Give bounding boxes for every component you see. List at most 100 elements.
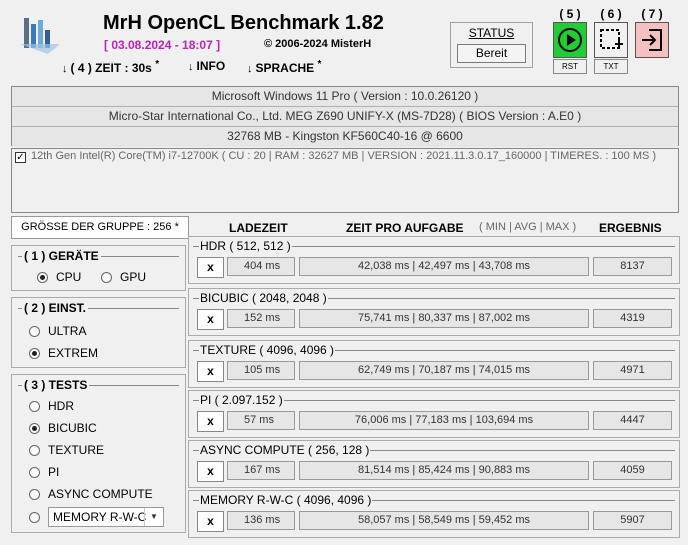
menu-info[interactable]: ↓ INFO xyxy=(188,59,225,73)
group-size-button[interactable]: GRÖSSE DER GRUPPE : 256 * xyxy=(11,216,189,239)
radio-button xyxy=(29,511,40,523)
test-name: ASYNC COMPUTE ( 256, 128 ) xyxy=(199,443,371,457)
clear-test-button[interactable]: x xyxy=(197,309,224,330)
load-time-value: 404 ms xyxy=(227,257,295,276)
button-6-number: ( 6 ) xyxy=(600,7,622,21)
radio-test-pi[interactable]: PI xyxy=(29,465,59,479)
load-time-value: 167 ms xyxy=(227,461,295,480)
devices-title: ( 1 ) GERÄTE xyxy=(22,249,101,263)
os-info: Microsoft Windows 11 Pro ( Version : 10.… xyxy=(12,87,678,107)
radio-test-memory[interactable]: MEMORY R-W-C ▼ xyxy=(29,507,164,527)
app-logo xyxy=(18,14,62,56)
ram-info: 32768 MB - Kingston KF560C40-16 @ 6600 xyxy=(12,127,678,147)
test-name: TEXTURE ( 4096, 4096 ) xyxy=(199,343,336,357)
selection-icon xyxy=(600,29,623,49)
test-row: BICUBIC ( 2048, 2048 ) x 152 ms 75,741 ms |… xyxy=(188,288,680,336)
test-name: BICUBIC ( 2048, 2048 ) xyxy=(199,291,328,305)
load-time-value: 57 ms xyxy=(227,411,295,430)
radio-button xyxy=(101,271,112,283)
radio-test-hdr[interactable]: HDR xyxy=(29,399,74,413)
radio-button xyxy=(29,422,40,434)
radio-cpu[interactable]: CPU xyxy=(37,270,81,284)
exit-button[interactable] xyxy=(635,22,669,58)
devices-group: ( 1 ) GERÄTE CPU GPU xyxy=(11,245,186,291)
radio-button xyxy=(29,347,40,359)
task-times-value: 42,038 ms | 42,497 ms | 43,708 ms xyxy=(299,257,589,276)
result-value: 4059 xyxy=(593,461,672,480)
test-row: TEXTURE ( 4096, 4096 ) x 105 ms 62,749 ms |… xyxy=(188,340,680,388)
result-value: 4447 xyxy=(593,411,672,430)
test-name: PI ( 2.097.152 ) xyxy=(199,393,284,407)
date-label: [ 03.08.2024 - 18:07 ] xyxy=(104,38,221,52)
clear-test-button[interactable]: x xyxy=(197,461,224,482)
menu-sprache[interactable]: ↓ SPRACHE * xyxy=(247,59,321,75)
task-times-value: 75,741 ms | 80,337 ms | 87,002 ms xyxy=(299,309,589,328)
logo-icon xyxy=(20,18,60,54)
status-value: Bereit xyxy=(457,44,526,63)
menu-zeit[interactable]: ↓( 4 ) ZEIT : 30s * xyxy=(62,59,159,75)
clear-test-button[interactable]: x xyxy=(197,411,224,432)
clear-test-button[interactable]: x xyxy=(197,361,224,382)
time-per-task-header: ZEIT PRO AUFGABE xyxy=(346,221,464,235)
button-7-number: ( 7 ) xyxy=(641,7,663,21)
result-value: 4971 xyxy=(593,361,672,380)
play-icon xyxy=(558,28,582,52)
memory-test-dropdown[interactable]: MEMORY R-W-C ▼ xyxy=(48,507,164,527)
task-times-value: 81,514 ms | 85,424 ms | 90,883 ms xyxy=(299,461,589,480)
result-value: 4319 xyxy=(593,309,672,328)
radio-button xyxy=(29,325,40,337)
test-row: ASYNC COMPUTE ( 256, 128 ) x 167 ms 81,514 … xyxy=(188,440,680,488)
test-name: HDR ( 512, 512 ) xyxy=(199,239,292,253)
radio-ultra[interactable]: ULTRA xyxy=(29,324,86,338)
radio-gpu[interactable]: GPU xyxy=(101,270,146,284)
test-row: HDR ( 512, 512 ) x 404 ms 42,038 ms | 42,49… xyxy=(188,236,680,284)
reset-button[interactable]: RST xyxy=(553,59,587,74)
radio-extrem[interactable]: EXTREM xyxy=(29,346,98,360)
status-panel: STATUS Bereit xyxy=(450,22,533,68)
device-checkbox[interactable]: ✓ xyxy=(15,152,26,163)
radio-button xyxy=(29,466,40,478)
system-info-panel: Microsoft Windows 11 Pro ( Version : 10.… xyxy=(11,86,679,147)
result-value: 8137 xyxy=(593,257,672,276)
button-5-number: ( 5 ) xyxy=(559,7,581,21)
load-time-value: 105 ms xyxy=(227,361,295,380)
status-label: STATUS xyxy=(468,26,515,40)
radio-button xyxy=(29,400,40,412)
radio-button xyxy=(29,488,40,500)
clear-test-button[interactable]: x xyxy=(197,257,224,278)
board-info: Micro-Star International Co., Ltd. MEG Z… xyxy=(12,107,678,127)
result-header: ERGEBNIS xyxy=(599,221,662,235)
settings-title: ( 2 ) EINST. xyxy=(22,301,89,315)
txt-button[interactable]: TXT xyxy=(594,59,628,74)
radio-test-async[interactable]: ASYNC COMPUTE xyxy=(29,487,153,501)
load-time-value: 136 ms xyxy=(227,511,295,530)
load-time-value: 152 ms xyxy=(227,309,295,328)
task-times-value: 58,057 ms | 58,549 ms | 59,452 ms xyxy=(299,511,589,530)
copyright-label: © 2006-2024 MisterH xyxy=(264,38,372,50)
test-row: PI ( 2.097.152 ) x 57 ms 76,006 ms | 77,183… xyxy=(188,390,680,438)
test-row: MEMORY R-W-C ( 4096, 4096 ) x 136 ms 58,057… xyxy=(188,490,680,538)
arrow-down-icon: ↓ xyxy=(247,63,253,75)
arrow-down-icon: ↓ xyxy=(62,63,68,75)
radio-test-texture[interactable]: TEXTURE xyxy=(29,443,104,457)
cpu-info: 12th Gen Intel(R) Core(TM) i7-12700K ( C… xyxy=(31,150,657,162)
screenshot-button[interactable] xyxy=(594,22,628,58)
settings-group: ( 2 ) EINST. ULTRA EXTREM xyxy=(11,297,186,368)
result-value: 5907 xyxy=(593,511,672,530)
exit-icon xyxy=(642,29,662,51)
test-name: MEMORY R-W-C ( 4096, 4096 ) xyxy=(199,493,373,507)
start-button[interactable] xyxy=(553,22,587,58)
app-title: MrH OpenCL Benchmark 1.82 xyxy=(103,12,384,34)
tests-group: ( 3 ) TESTS HDR BICUBIC TEXTURE PI ASYNC… xyxy=(11,374,186,533)
radio-button xyxy=(37,271,48,283)
task-times-value: 62,749 ms | 70,187 ms | 74,015 ms xyxy=(299,361,589,380)
arrow-down-icon: ↓ xyxy=(188,61,194,73)
tests-title: ( 3 ) TESTS xyxy=(22,378,90,392)
radio-button xyxy=(29,444,40,456)
clear-test-button[interactable]: x xyxy=(197,511,224,532)
radio-test-bicubic[interactable]: BICUBIC xyxy=(29,421,97,435)
min-avg-max-header: ( MIN | AVG | MAX ) xyxy=(479,221,577,233)
task-times-value: 76,006 ms | 77,183 ms | 103,694 ms xyxy=(299,411,589,430)
load-time-header: LADEZEIT xyxy=(229,221,288,235)
chevron-down-icon: ▼ xyxy=(144,508,163,526)
